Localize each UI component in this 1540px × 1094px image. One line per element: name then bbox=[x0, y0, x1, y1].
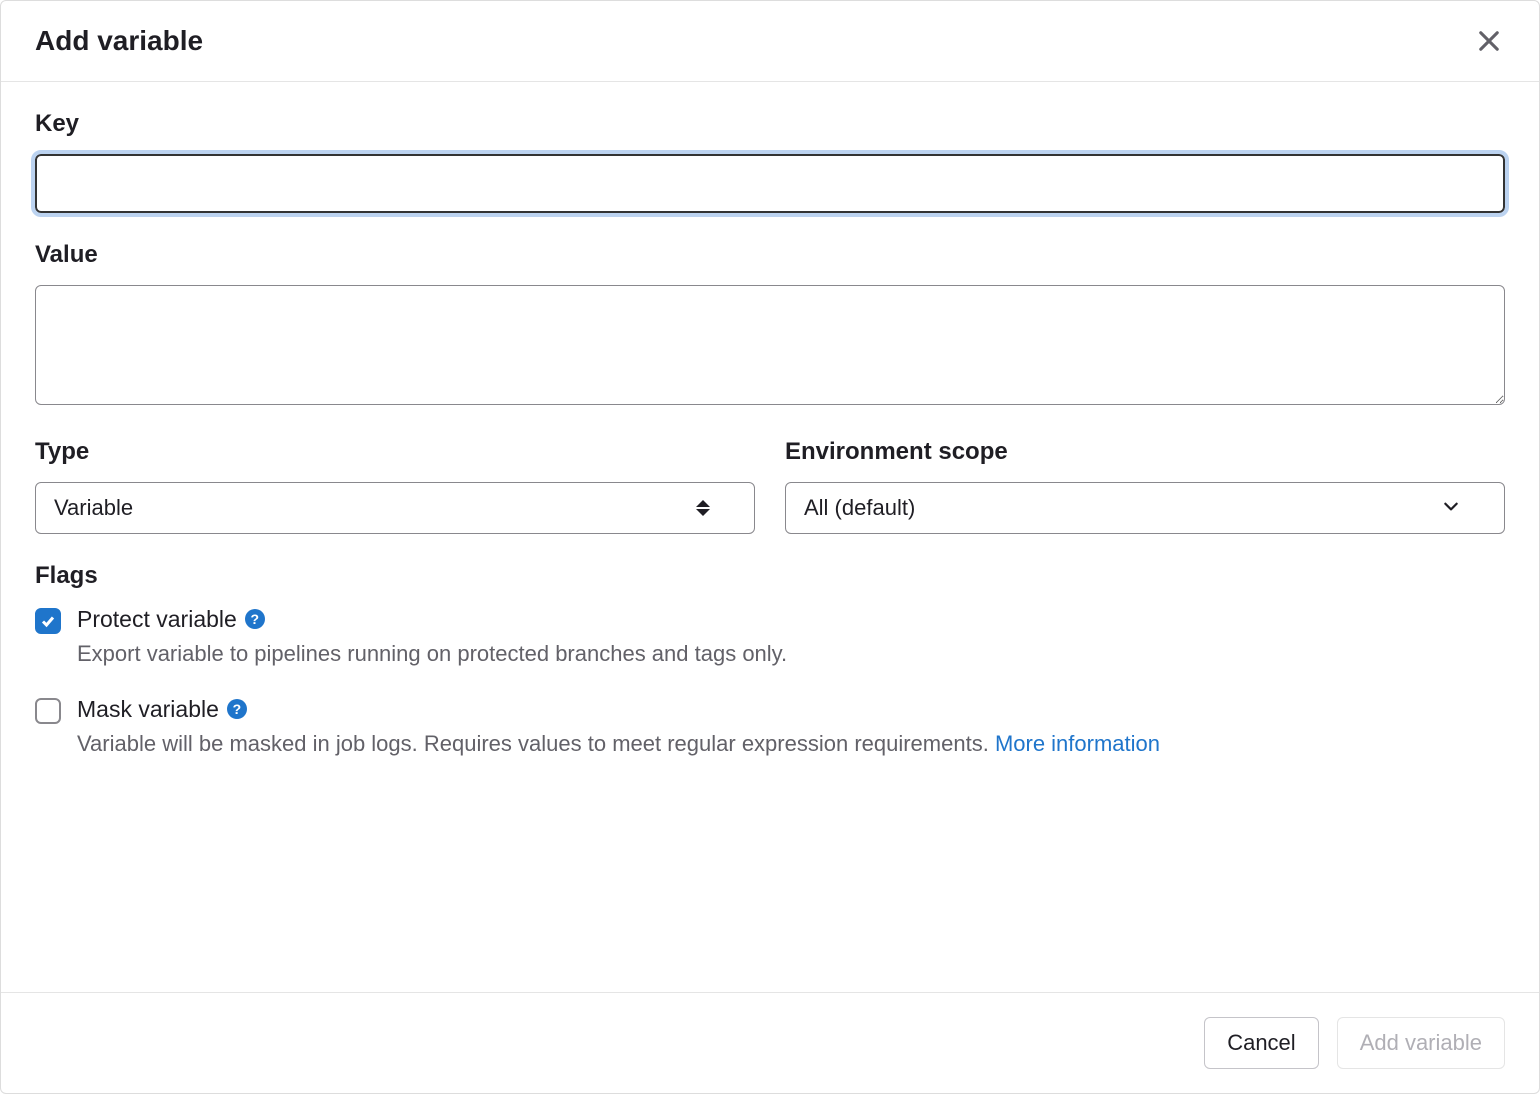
environment-scope-select[interactable]: All (default) bbox=[785, 482, 1505, 534]
environment-scope-label: Environment scope bbox=[785, 438, 1505, 466]
protect-variable-description: Export variable to pipelines running on … bbox=[77, 639, 787, 670]
protect-variable-label: Protect variable bbox=[77, 606, 237, 633]
flags-label: Flags bbox=[35, 562, 1505, 590]
flags-group: Flags Protect variable ? Export variable… bbox=[35, 562, 1505, 760]
type-select[interactable]: Variable bbox=[35, 482, 755, 534]
type-label: Type bbox=[35, 438, 755, 466]
modal-title: Add variable bbox=[35, 25, 203, 57]
check-icon bbox=[40, 613, 56, 629]
type-group: Type Variable bbox=[35, 438, 755, 534]
help-icon[interactable]: ? bbox=[227, 699, 247, 719]
add-variable-modal: Add variable Key Value Type Variable bbox=[0, 0, 1540, 1094]
modal-header: Add variable bbox=[1, 1, 1539, 82]
value-group: Value bbox=[35, 241, 1505, 410]
mask-variable-checkbox[interactable] bbox=[35, 698, 61, 724]
modal-footer: Cancel Add variable bbox=[1, 992, 1539, 1093]
environment-scope-group: Environment scope All (default) bbox=[785, 438, 1505, 534]
mask-variable-label-row: Mask variable ? bbox=[77, 696, 1160, 723]
protect-variable-flag: Protect variable ? Export variable to pi… bbox=[35, 606, 1505, 670]
close-icon bbox=[1478, 30, 1500, 52]
key-group: Key bbox=[35, 110, 1505, 213]
more-information-link[interactable]: More information bbox=[995, 731, 1160, 756]
modal-body: Key Value Type Variable Environment scop… bbox=[1, 82, 1539, 992]
add-variable-button[interactable]: Add variable bbox=[1337, 1017, 1505, 1069]
help-icon[interactable]: ? bbox=[245, 609, 265, 629]
mask-variable-flag: Mask variable ? Variable will be masked … bbox=[35, 696, 1505, 760]
cancel-button[interactable]: Cancel bbox=[1204, 1017, 1318, 1069]
close-button[interactable] bbox=[1473, 25, 1505, 57]
type-selected-value: Variable bbox=[54, 495, 133, 521]
key-label: Key bbox=[35, 110, 1505, 138]
key-input[interactable] bbox=[35, 154, 1505, 213]
protect-variable-checkbox[interactable] bbox=[35, 608, 61, 634]
value-textarea[interactable] bbox=[35, 285, 1505, 405]
environment-scope-selected-value: All (default) bbox=[804, 495, 915, 521]
chevron-down-icon bbox=[1442, 495, 1460, 521]
mask-variable-description: Variable will be masked in job logs. Req… bbox=[77, 729, 1160, 760]
mask-variable-label: Mask variable bbox=[77, 696, 219, 723]
type-scope-row: Type Variable Environment scope All (def… bbox=[35, 438, 1505, 534]
sort-arrows-icon bbox=[696, 500, 710, 516]
value-label: Value bbox=[35, 241, 1505, 269]
protect-variable-label-row: Protect variable ? bbox=[77, 606, 787, 633]
